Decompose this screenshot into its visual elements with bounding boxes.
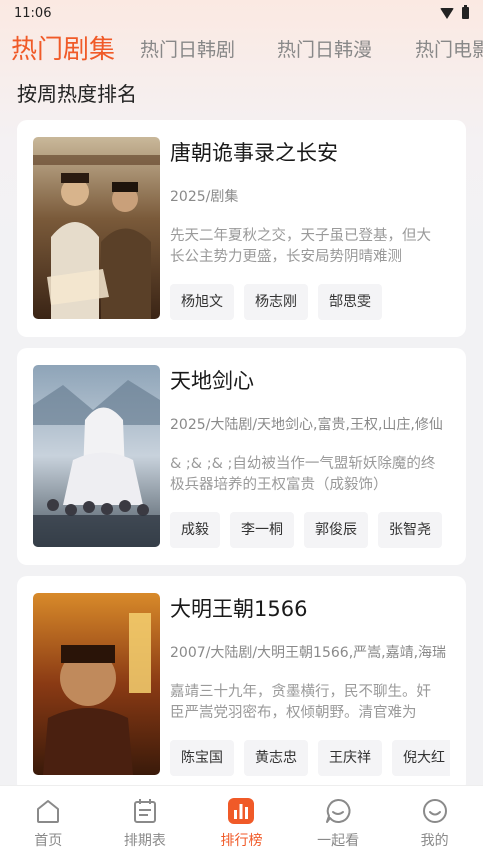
show-description: 嘉靖三十九年，贪墨横行，民不聊生。奸臣严嵩党羽密布，权倾朝野。清官难为	[170, 684, 431, 721]
status-icons	[440, 5, 469, 19]
cast-chip[interactable]: 郜思雯	[318, 284, 382, 320]
section-title: 按周热度排名	[17, 82, 137, 106]
nav-schedule[interactable]: 排期表	[97, 786, 194, 859]
cast-chip[interactable]: 郭俊辰	[304, 512, 368, 548]
show-description: & ;& ;& ;自幼被当作一气盟斩妖除魔的终极兵器培养的王权富贵（成毅饰）	[170, 456, 436, 493]
nav-label: 我的	[420, 833, 449, 849]
cast-chip[interactable]: 黄志忠	[244, 740, 308, 776]
schedule-icon	[133, 799, 156, 823]
tab-hot-movies[interactable]: 热门电影	[415, 30, 483, 70]
poster-art	[33, 365, 160, 547]
profile-icon	[422, 799, 447, 823]
cast-chip[interactable]: 杨志刚	[244, 284, 308, 320]
category-tabs: 热门剧集 热门日韩剧 热门日韩漫 热门电影	[0, 30, 483, 70]
status-bar: 11:06	[0, 0, 483, 26]
cast-chip[interactable]: 王庆祥	[318, 740, 382, 776]
ranking-icon	[228, 798, 255, 824]
poster-image[interactable]	[33, 593, 160, 775]
cast-chip[interactable]: 陈宝国	[170, 740, 234, 776]
show-card[interactable]: 天地剑心 2025/大陆剧/天地剑心,富贵,王权,山庄,修仙 & ;& ;& ;…	[17, 348, 466, 565]
cast-chip[interactable]: 杨旭文	[170, 284, 234, 320]
poster-image[interactable]	[33, 365, 160, 547]
poster-image[interactable]	[33, 137, 160, 319]
show-title: 天地剑心	[170, 369, 254, 393]
show-meta: 2025/剧集	[170, 189, 239, 205]
show-description: 先天二年夏秋之交，天子虽已登基，但大长公主势力更盛，长安局势阴晴难测	[170, 228, 431, 265]
nav-label: 排期表	[123, 833, 166, 849]
cast-chip[interactable]: 成毅	[170, 512, 220, 548]
tab-hot-jk-drama[interactable]: 热门日韩剧	[140, 30, 235, 70]
wifi-icon	[440, 7, 454, 19]
status-time: 11:06	[14, 5, 52, 21]
nav-label: 排行榜	[220, 833, 263, 849]
poster-art	[33, 593, 160, 775]
home-icon	[37, 800, 60, 823]
tab-hot-jk-anime[interactable]: 热门日韩漫	[277, 30, 372, 70]
cast-list: 杨旭文 杨志刚 郜思雯	[170, 284, 450, 320]
bottom-nav: 首页 排期表 排行榜 一起看 我的	[0, 785, 483, 859]
chat-icon	[326, 798, 351, 823]
nav-label: 一起看	[317, 833, 360, 849]
battery-icon	[462, 5, 469, 19]
show-card[interactable]: 唐朝诡事录之长安 2025/剧集 先天二年夏秋之交，天子虽已登基，但大长公主势力…	[17, 120, 466, 337]
tab-hot-series[interactable]: 热门剧集	[11, 30, 115, 70]
nav-home[interactable]: 首页	[0, 786, 97, 859]
poster-art	[33, 137, 160, 319]
show-meta: 2007/大陆剧/大明王朝1566,严嵩,嘉靖,海瑞	[170, 645, 447, 661]
nav-label: 首页	[34, 833, 63, 849]
nav-ranking[interactable]: 排行榜	[193, 786, 290, 859]
cast-list: 成毅 李一桐 郭俊辰 张智尧	[170, 512, 450, 548]
show-title: 唐朝诡事录之长安	[170, 141, 338, 165]
cast-chip[interactable]: 倪大红	[392, 740, 450, 776]
cast-chip[interactable]: 张智尧	[378, 512, 442, 548]
show-title: 大明王朝1566	[170, 597, 308, 621]
nav-watch-together[interactable]: 一起看	[290, 786, 387, 859]
cast-list: 陈宝国 黄志忠 王庆祥 倪大红	[170, 740, 450, 776]
show-meta: 2025/大陆剧/天地剑心,富贵,王权,山庄,修仙	[170, 417, 443, 433]
cast-chip[interactable]: 李一桐	[230, 512, 294, 548]
show-card[interactable]: 大明王朝1566 2007/大陆剧/大明王朝1566,严嵩,嘉靖,海瑞 嘉靖三十…	[17, 576, 466, 793]
nav-profile[interactable]: 我的	[386, 786, 483, 859]
